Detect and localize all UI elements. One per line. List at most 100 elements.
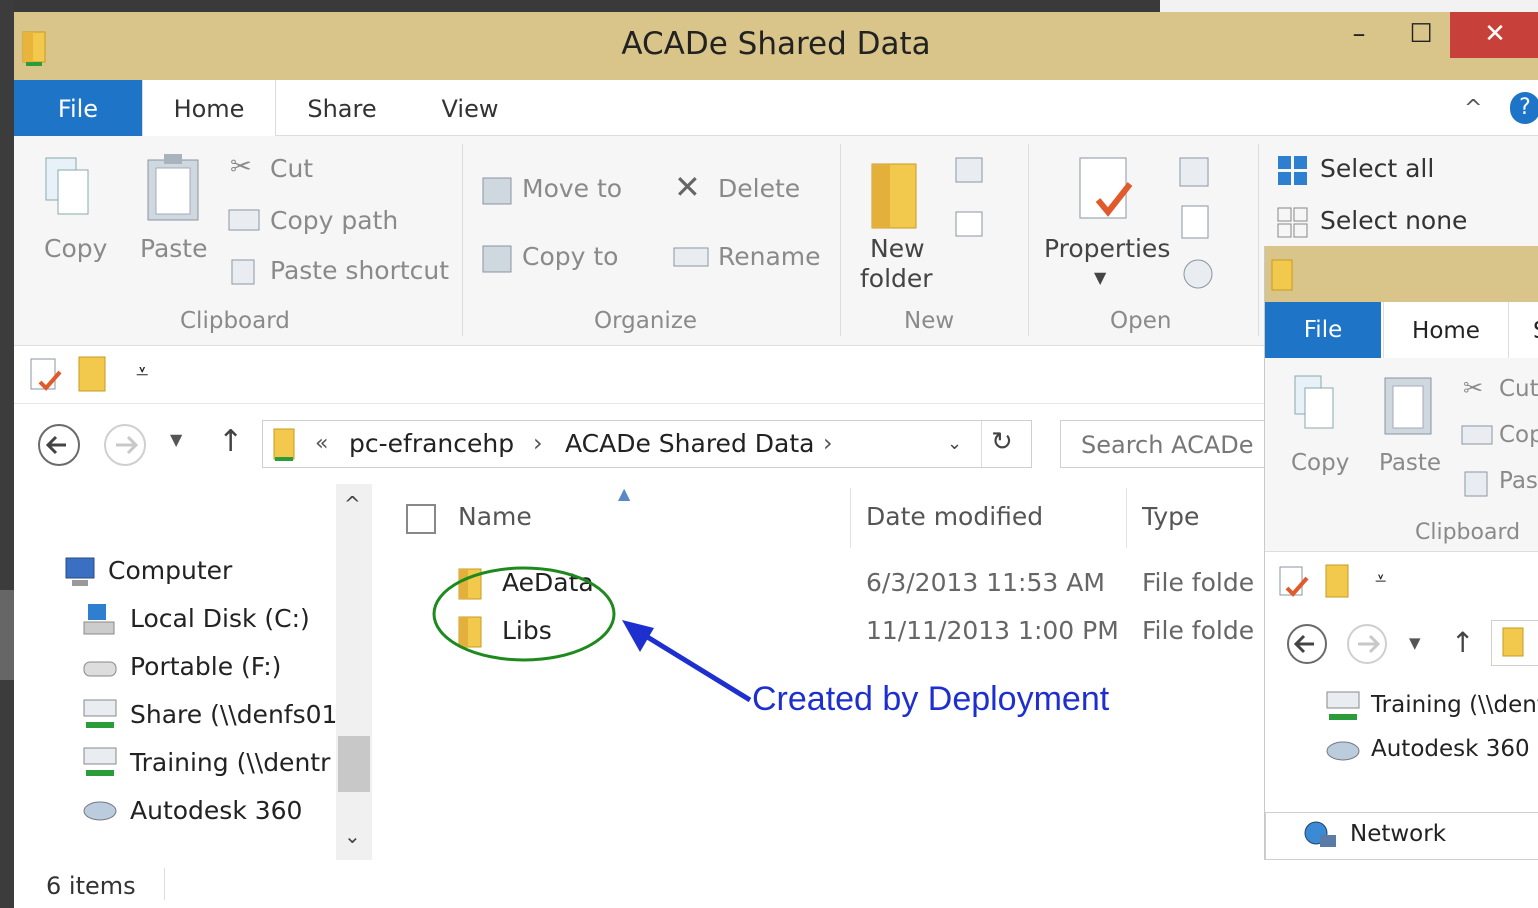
tab-share[interactable]: Sl [1533, 302, 1538, 360]
edit-icon[interactable] [1176, 202, 1216, 242]
up-icon[interactable]: ↑ [1451, 626, 1474, 659]
help-icon[interactable]: ? [1510, 92, 1538, 124]
new-folder-quick-icon[interactable] [1323, 562, 1353, 600]
properties-quick-icon[interactable] [28, 356, 64, 394]
customize-toolbar-icon[interactable]: ⩡ [1375, 566, 1386, 590]
copy-button[interactable]: Copy [44, 234, 107, 263]
back-icon[interactable] [36, 422, 82, 468]
tab-view[interactable]: View [410, 80, 530, 136]
copy-icon[interactable] [1291, 372, 1339, 438]
recent-locations-icon[interactable]: ▼ [1409, 634, 1421, 652]
forward-icon[interactable] [1345, 622, 1389, 666]
navigation-scrollbar[interactable]: ^ ⌄ [336, 484, 372, 860]
new-group-label: New [904, 308, 955, 334]
refresh-icon[interactable]: ↻ [991, 427, 1013, 457]
copy-path-button[interactable]: Copy path [270, 206, 398, 235]
rename-button[interactable]: Rename [718, 242, 821, 271]
autodesk-360-icon [1326, 741, 1360, 761]
delete-button[interactable]: Delete [718, 174, 800, 203]
nav-item-computer[interactable]: Computer [108, 556, 232, 585]
file-date: 6/3/2013 11:53 AM [866, 568, 1105, 597]
paste-icon[interactable] [1381, 370, 1435, 438]
tab-home[interactable]: Home [142, 80, 276, 137]
paste-shortcut-button[interactable]: Paste [1499, 468, 1538, 494]
up-icon[interactable]: ↑ [218, 424, 243, 459]
properties-button[interactable]: Properties [1044, 234, 1170, 263]
select-none-button[interactable]: Select none [1320, 206, 1467, 235]
select-all-checkbox[interactable] [406, 504, 436, 534]
new-folder-quick-icon[interactable] [76, 354, 110, 394]
column-header-type[interactable]: Type [1142, 502, 1199, 531]
file-type: File folde [1142, 568, 1255, 597]
nav-item-autodesk-360[interactable]: Autodesk 360 [1371, 736, 1530, 762]
address-dropdown-icon[interactable]: ⌄ [947, 433, 962, 454]
new-folder-button-line1[interactable]: New [870, 234, 925, 263]
copy-button[interactable]: Copy [1291, 450, 1349, 476]
copy-to-button[interactable]: Copy to [522, 242, 618, 271]
maximize-button[interactable]: ☐ [1392, 12, 1450, 58]
column-header-name[interactable]: Name [458, 502, 532, 531]
tab-share[interactable]: Share [282, 80, 402, 136]
copy-path-icon [1461, 425, 1493, 445]
network-drive-icon [1326, 691, 1360, 720]
cut-button[interactable]: Cut [270, 154, 313, 183]
properties-dropdown-icon[interactable]: ▼ [1094, 268, 1106, 287]
properties-quick-icon[interactable] [1277, 564, 1311, 602]
paste-shortcut-button[interactable]: Paste shortcut [270, 256, 449, 285]
customize-toolbar-icon[interactable]: ⩡ [136, 360, 148, 385]
annotation-text: Created by Deployment [752, 680, 1110, 718]
history-icon[interactable] [1176, 252, 1216, 292]
nav-item-autodesk-360[interactable]: Autodesk 360 [130, 796, 302, 825]
separator [850, 488, 851, 548]
separator [164, 868, 165, 900]
tab-file[interactable]: File [1265, 302, 1381, 358]
address-bar[interactable] [1491, 620, 1538, 666]
breadcrumb-acade-shared-data[interactable]: ACADe Shared Data [565, 429, 814, 458]
separator [1258, 144, 1259, 336]
new-item-icon[interactable] [952, 154, 996, 188]
tab-home[interactable]: Home [1383, 302, 1509, 358]
nav-item-network[interactable]: Network [1350, 821, 1446, 847]
nav-item-portable[interactable]: Portable (F:) [130, 652, 281, 681]
paste-icon[interactable] [144, 152, 202, 224]
scroll-thumb[interactable] [338, 736, 370, 792]
back-icon[interactable] [1285, 622, 1329, 666]
new-folder-button-line2[interactable]: folder [860, 264, 933, 293]
paste-button[interactable]: Paste [140, 234, 207, 263]
new-folder-icon[interactable] [868, 158, 924, 236]
copy-path-button[interactable]: Copy [1499, 422, 1538, 448]
select-all-icon [1278, 156, 1307, 185]
nav-item-local-disk[interactable]: Local Disk (C:) [130, 604, 310, 633]
file-list: Name ▲ Date modified Type AeData 6/3/201… [384, 484, 1284, 860]
scroll-down-icon[interactable]: ⌄ [344, 824, 361, 848]
open-icon[interactable] [1176, 152, 1216, 192]
tab-file[interactable]: File [14, 80, 142, 136]
nav-item-training[interactable]: Training (\\dentr [130, 748, 330, 777]
cut-button[interactable]: Cut [1499, 376, 1538, 402]
column-header-date-modified[interactable]: Date modified [866, 502, 1043, 531]
paste-button[interactable]: Paste [1379, 450, 1441, 476]
background-strip-right [1160, 0, 1538, 12]
move-to-button[interactable]: Move to [522, 174, 622, 203]
sort-ascending-icon: ▲ [618, 484, 631, 503]
properties-icon[interactable] [1074, 154, 1138, 230]
recent-locations-icon[interactable]: ▼ [170, 430, 182, 449]
easy-access-icon[interactable] [952, 208, 996, 242]
forward-icon[interactable] [102, 422, 148, 468]
address-bar[interactable]: « pc-efrancehp › ACADe Shared Data › ⌄ ↻ [262, 420, 1032, 468]
breadcrumb-separator-icon[interactable]: › [533, 429, 543, 457]
copy-icon[interactable] [42, 154, 96, 220]
nav-item-training[interactable]: Training (\\dent [1371, 692, 1538, 718]
minimize-button[interactable]: – [1330, 12, 1388, 58]
collapse-ribbon-icon[interactable]: ^ [1464, 96, 1482, 121]
select-all-button[interactable]: Select all [1320, 154, 1434, 183]
breadcrumb-separator-icon[interactable]: › [823, 429, 833, 457]
left-edge-accent [0, 590, 14, 680]
paste-shortcut-icon [231, 259, 255, 285]
nav-item-share[interactable]: Share (\\denfs01) [130, 700, 347, 729]
close-button[interactable]: ✕ [1450, 12, 1538, 58]
breadcrumb-pc-efrancehp[interactable]: pc-efrancehp [349, 429, 514, 458]
network-bar[interactable]: Network [1265, 812, 1538, 860]
scroll-up-icon[interactable]: ^ [344, 492, 361, 516]
address-overflow-icon[interactable]: « [315, 431, 328, 456]
